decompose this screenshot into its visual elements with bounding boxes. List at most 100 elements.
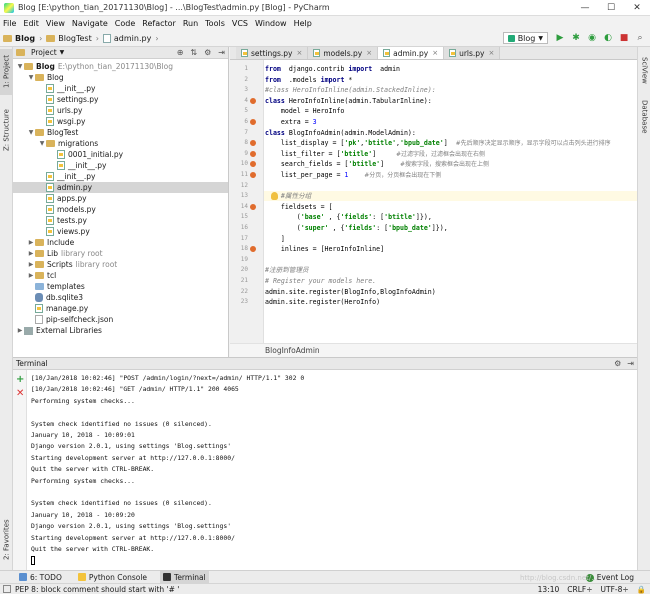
- chevron-down-icon[interactable]: ▼: [60, 49, 65, 56]
- expand-arrow-icon[interactable]: ▼: [27, 129, 35, 136]
- close-tab-icon[interactable]: ×: [489, 49, 495, 57]
- collapse-arrow-icon[interactable]: ▶: [16, 327, 24, 334]
- tab-models-py[interactable]: models.py ×: [308, 47, 379, 59]
- hide-panel-icon[interactable]: ⇥: [627, 359, 634, 368]
- code-line[interactable]: extra = 3: [264, 117, 637, 127]
- database-tool-tab[interactable]: Database: [638, 99, 650, 135]
- close-button[interactable]: ✕: [624, 0, 650, 16]
- minimize-button[interactable]: —: [572, 0, 598, 16]
- line-number[interactable]: 10: [230, 159, 248, 169]
- code-line[interactable]: admin.site.register(BlogInfo,BlogInfoAdm…: [264, 287, 637, 297]
- collapse-all-icon[interactable]: ⇅: [190, 48, 197, 57]
- tree-item[interactable]: ▼ Blog E:\python_tian_20171130\Blog: [13, 61, 228, 72]
- expand-arrow-icon[interactable]: ▼: [27, 74, 35, 81]
- override-marker-icon[interactable]: [250, 246, 256, 253]
- tab-urls-py[interactable]: urls.py ×: [444, 47, 501, 59]
- tree-item[interactable]: pip-selfcheck.json: [13, 314, 228, 325]
- python-console-tool-tab[interactable]: Python Console: [75, 571, 150, 583]
- menu-vcs[interactable]: VCS: [232, 19, 248, 28]
- tree-item[interactable]: __init__.py: [13, 171, 228, 182]
- intention-bulb-icon[interactable]: [271, 192, 278, 201]
- line-number[interactable]: 23: [230, 297, 248, 307]
- tree-item[interactable]: views.py: [13, 226, 228, 237]
- line-number[interactable]: 2: [230, 75, 248, 85]
- line-number[interactable]: 16: [230, 223, 248, 233]
- tree-item[interactable]: db.sqlite3: [13, 292, 228, 303]
- menu-code[interactable]: Code: [115, 19, 135, 28]
- line-number[interactable]: 8: [230, 138, 248, 148]
- profile-icon[interactable]: ◐: [602, 32, 614, 44]
- menu-view[interactable]: View: [46, 19, 65, 28]
- code-editor[interactable]: from django.contrib import admin from .mo…: [264, 60, 637, 343]
- code-line[interactable]: [264, 181, 637, 191]
- code-line[interactable]: ('super' , {'fields': ['bpub_date']}),: [264, 223, 637, 233]
- menu-refactor[interactable]: Refactor: [142, 19, 176, 28]
- breadcrumb-blogtest[interactable]: BlogTest ›: [46, 34, 99, 43]
- project-panel-title[interactable]: Project: [31, 48, 57, 57]
- line-separator[interactable]: CRLF÷: [567, 585, 592, 594]
- line-number[interactable]: 1: [230, 64, 248, 74]
- tool-windows-icon[interactable]: [3, 585, 11, 593]
- override-marker-icon[interactable]: [250, 172, 256, 178]
- tree-item[interactable]: ▼ BlogTest: [13, 127, 228, 138]
- menu-tools[interactable]: Tools: [205, 19, 225, 28]
- terminal-cursor[interactable]: [31, 556, 35, 566]
- tree-item[interactable]: 0001_initial.py: [13, 149, 228, 160]
- tree-item[interactable]: __init__.py: [13, 160, 228, 171]
- close-tab-icon[interactable]: ×: [366, 49, 372, 57]
- project-tool-tab[interactable]: 1: Project: [0, 49, 13, 95]
- code-line[interactable]: search_fields = ['btitle'] #搜索字段，搜索框会出现在…: [264, 159, 637, 169]
- line-number[interactable]: 6: [230, 117, 248, 127]
- code-line[interactable]: list_filter = ['btitle'] #过滤字段，过滤框会出现在右侧: [264, 149, 637, 159]
- run-configuration-select[interactable]: Blog ▼: [502, 32, 548, 44]
- override-marker-icon[interactable]: [250, 150, 256, 157]
- tree-item[interactable]: models.py: [13, 204, 228, 215]
- search-everywhere-icon[interactable]: ⌕: [634, 32, 646, 44]
- hide-panel-icon[interactable]: ⇥: [218, 48, 225, 57]
- caret-position[interactable]: 13:10: [538, 585, 560, 594]
- line-number[interactable]: 12: [230, 181, 248, 191]
- maximize-button[interactable]: ☐: [598, 0, 624, 16]
- gear-icon[interactable]: ⚙: [204, 48, 211, 57]
- tree-item[interactable]: tests.py: [13, 215, 228, 226]
- collapse-arrow-icon[interactable]: ▶: [27, 250, 35, 257]
- new-session-icon[interactable]: +: [16, 374, 24, 385]
- tree-item[interactable]: ▼ migrations: [13, 138, 228, 149]
- line-number[interactable]: 14: [230, 202, 248, 212]
- code-line[interactable]: class BlogInfoAdmin(admin.ModelAdmin):: [264, 128, 637, 138]
- line-number[interactable]: 18: [230, 244, 248, 254]
- tab-settings-py[interactable]: settings.py ×: [236, 47, 309, 59]
- override-marker-icon[interactable]: [250, 97, 256, 104]
- collapse-arrow-icon[interactable]: ▶: [27, 261, 35, 268]
- code-line[interactable]: model = HeroInfo: [264, 106, 637, 116]
- editor-breadcrumb-class[interactable]: BlogInfoAdmin: [265, 346, 320, 355]
- line-number[interactable]: 4: [230, 96, 248, 106]
- close-tab-icon[interactable]: ×: [297, 49, 303, 57]
- tree-item[interactable]: urls.py: [13, 105, 228, 116]
- line-number[interactable]: 7: [230, 128, 248, 138]
- sciview-tool-tab[interactable]: SciView: [638, 53, 650, 87]
- menu-navigate[interactable]: Navigate: [72, 19, 108, 28]
- line-number[interactable]: 20: [230, 265, 248, 275]
- override-marker-icon[interactable]: [250, 161, 256, 168]
- collapse-arrow-icon[interactable]: ▶: [27, 239, 35, 246]
- expand-arrow-icon[interactable]: ▼: [38, 140, 46, 147]
- code-line[interactable]: from django.contrib import admin: [264, 64, 637, 74]
- menu-file[interactable]: File: [3, 19, 16, 28]
- tree-item[interactable]: ▶ tcl: [13, 270, 228, 281]
- line-number[interactable]: 13: [230, 191, 248, 201]
- terminal-tool-tab[interactable]: Terminal: [160, 571, 209, 583]
- todo-tool-tab[interactable]: 6: TODO: [16, 571, 65, 583]
- file-encoding[interactable]: UTF-8÷: [601, 585, 629, 594]
- gear-icon[interactable]: ⚙: [614, 359, 621, 368]
- tree-item[interactable]: manage.py: [13, 303, 228, 314]
- code-line[interactable]: #class HeroInfoInline(admin.StackedInlin…: [264, 85, 637, 95]
- coverage-icon[interactable]: ◉: [586, 32, 598, 44]
- line-number[interactable]: 5: [230, 106, 248, 116]
- breadcrumb-admin-py[interactable]: admin.py ›: [102, 33, 159, 43]
- line-number[interactable]: 22: [230, 287, 248, 297]
- override-marker-icon[interactable]: [250, 140, 256, 147]
- tree-item[interactable]: ▶ Scripts library root: [13, 259, 228, 270]
- line-number[interactable]: 17: [230, 234, 248, 244]
- line-number[interactable]: 19: [230, 255, 248, 265]
